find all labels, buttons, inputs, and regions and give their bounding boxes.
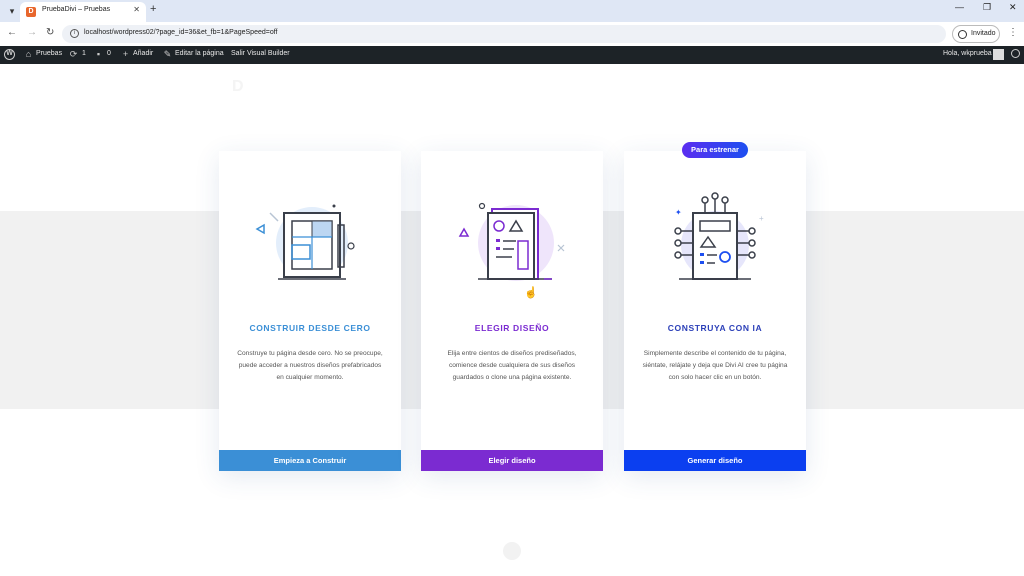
address-bar[interactable]: i localhost/wordpress02/?page_id=36&et_f…: [62, 25, 946, 43]
back-icon[interactable]: ←: [7, 27, 17, 38]
comments-count[interactable]: 0: [107, 50, 111, 57]
card-title: ELEGIR DISEÑO: [474, 323, 550, 333]
browser-toolbar: ← → ↻ i localhost/wordpress02/?page_id=3…: [0, 22, 1024, 46]
forward-icon[interactable]: →: [27, 27, 37, 38]
svg-text:✦: ✦: [675, 208, 682, 217]
wp-admin-bar: W ⌂ Pruebas ⟳ 1 ▪ 0 + Añadir ✎ Editar la…: [0, 46, 1024, 64]
exit-visual-builder-link[interactable]: Salir Visual Builder: [231, 50, 290, 57]
new-badge: Para estrenar: [682, 142, 748, 158]
browser-tab[interactable]: D PruebaDivi – Pruebas ✕: [20, 2, 146, 22]
card-description: Simplemente describe el contenido de tu …: [642, 350, 788, 381]
svg-text:+: +: [759, 214, 764, 223]
builder-settings-dot[interactable]: [503, 542, 521, 560]
reload-icon[interactable]: ↻: [46, 27, 54, 38]
pencil-icon: ✎: [163, 49, 172, 59]
greeting-link[interactable]: Hola, wkprueba: [943, 50, 992, 57]
dashboard-icon: ⌂: [25, 49, 32, 59]
choose-layout-button[interactable]: Elegir diseño: [421, 450, 603, 471]
restore-icon[interactable]: ❐: [983, 2, 991, 13]
add-icon: +: [122, 49, 129, 59]
card-description: Construye tu página desde cero. No se pr…: [237, 350, 383, 381]
start-building-button[interactable]: Empieza a Construir: [219, 450, 401, 471]
site-name-link[interactable]: Pruebas: [36, 50, 62, 57]
add-new-link[interactable]: Añadir: [133, 50, 153, 57]
build-from-scratch-illustration-icon: [255, 204, 355, 280]
ai-illustration-icon: ✦ +: [674, 192, 764, 280]
card-title: CONSTRUIR DESDE CERO: [249, 323, 371, 333]
url-text[interactable]: localhost/wordpress02/?page_id=36&et_fb=…: [84, 29, 278, 36]
minimize-icon[interactable]: —: [955, 2, 964, 12]
wordpress-logo-icon[interactable]: W: [4, 49, 15, 60]
updates-count[interactable]: 1: [82, 50, 86, 57]
browser-tab-strip: ▾ D PruebaDivi – Pruebas ✕ + — ❐ ✕: [0, 0, 1024, 22]
more-menu-icon[interactable]: ⋮: [1008, 27, 1018, 38]
user-icon: [958, 30, 967, 39]
site-info-icon[interactable]: i: [70, 29, 79, 38]
window-close-icon[interactable]: ✕: [1009, 2, 1017, 13]
updates-icon: ⟳: [69, 49, 78, 59]
close-icon[interactable]: ✕: [133, 5, 140, 14]
search-icon[interactable]: [1011, 49, 1020, 58]
choose-layout-illustration-icon: [458, 202, 565, 281]
hand-cursor-icon: ☝: [524, 287, 538, 299]
generate-layout-button[interactable]: Generar diseño: [624, 450, 806, 471]
card-description: Elija entre cientos de diseños prediseña…: [447, 350, 577, 381]
card-build-from-scratch: CONSTRUIR DESDE CERO Construye tu página…: [219, 151, 401, 471]
card-title: CONSTRUYA CON IA: [667, 323, 763, 333]
page-canvas: D CONSTRUIR DESDE CERO Construye tu pági…: [0, 64, 1024, 576]
tab-title: PruebaDivi – Pruebas: [42, 6, 111, 13]
comments-icon: ▪: [96, 49, 101, 59]
edit-page-link[interactable]: Editar la página: [175, 50, 224, 57]
divi-favicon-icon: D: [26, 7, 36, 17]
avatar[interactable]: [993, 49, 1004, 60]
profile-label: Invitado: [971, 30, 996, 37]
profile-button[interactable]: Invitado: [952, 25, 1000, 43]
card-choose-layout: ELEGIR DISEÑO Elija entre cientos de dis…: [421, 151, 603, 471]
card-build-with-ai: Para estrenar ✦ + CONSTRUYA CON IA Simpl…: [624, 142, 806, 471]
faded-site-logo: D: [232, 78, 244, 95]
new-tab-icon[interactable]: +: [150, 3, 156, 15]
tab-search-icon[interactable]: ▾: [4, 3, 20, 19]
